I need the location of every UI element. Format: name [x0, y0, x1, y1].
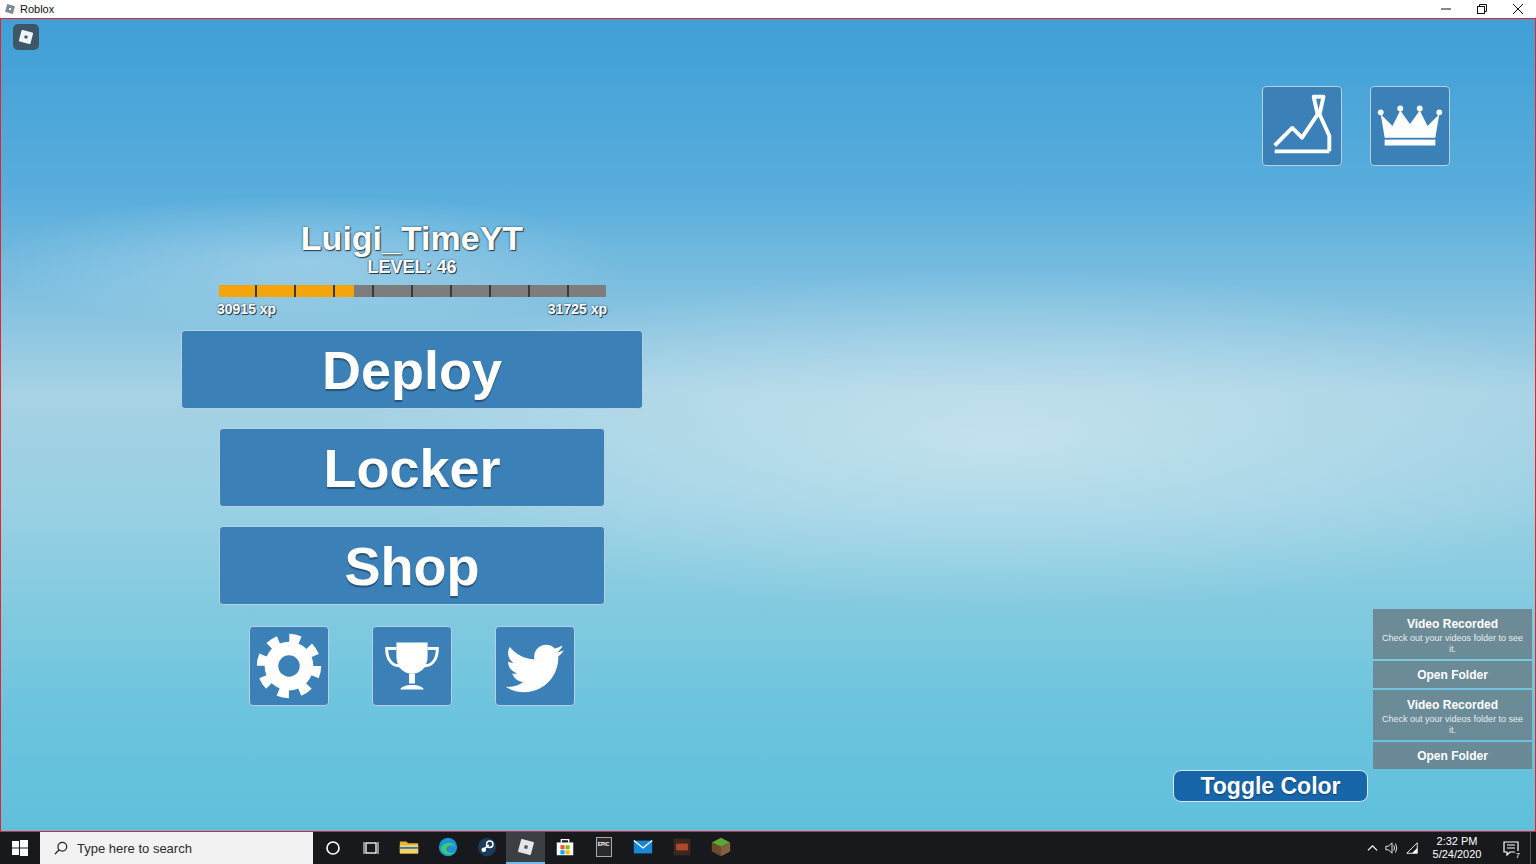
- notification-body: Video Recorded Check out your videos fold…: [1373, 609, 1532, 659]
- gear-icon: [250, 627, 328, 705]
- search-placeholder: Type here to search: [77, 841, 192, 856]
- store-app[interactable]: [545, 832, 584, 864]
- stats-button[interactable]: [1262, 86, 1342, 166]
- title-bar: Roblox: [0, 0, 1536, 18]
- volume-button[interactable]: [1382, 832, 1402, 864]
- taskbar: Type here to search EPIC 2:32 PM5/24/2020 7: [0, 832, 1536, 864]
- store-bag-icon: [554, 836, 576, 858]
- menu-button[interactable]: Shop: [219, 526, 605, 605]
- menu-button[interactable]: Deploy: [181, 330, 643, 409]
- roblox-app-icon: [516, 837, 536, 857]
- xp-segment: [569, 285, 606, 297]
- main-menu: Luigi_TimeYTLEVEL: 46 30915 xp 31725 xp Dep…: [181, 219, 643, 706]
- roblox-logo-icon: [17, 28, 35, 46]
- open-folder-button[interactable]: Open Folder: [1373, 661, 1532, 688]
- dungeons-app[interactable]: [662, 832, 701, 864]
- top-buttons: [1262, 86, 1450, 166]
- search-icon: [54, 841, 68, 855]
- minimize-button[interactable]: [1428, 0, 1464, 18]
- xp-labels: 30915 xp 31725 xp: [217, 301, 607, 317]
- minimize-icon: [1441, 4, 1451, 14]
- cortana-button[interactable]: [313, 832, 353, 864]
- xp-segment: [452, 285, 491, 297]
- notification-count-badge: 7: [1515, 851, 1521, 860]
- xp-next: 31725 xp: [548, 301, 607, 317]
- clock[interactable]: 2:32 PM5/24/2020: [1422, 832, 1492, 864]
- game-view: Luigi_TimeYTLEVEL: 46 30915 xp 31725 xp Dep…: [0, 18, 1536, 832]
- crown-icon: [1371, 87, 1449, 165]
- show-desktop-button[interactable]: [1530, 832, 1536, 864]
- stats-icon: [1263, 87, 1341, 165]
- toggle-color-button[interactable]: Toggle Color: [1173, 770, 1368, 802]
- mail-app[interactable]: [623, 832, 662, 864]
- roblox-menu-button[interactable]: [13, 24, 39, 50]
- chevron-up-icon: [1367, 843, 1378, 854]
- notification: Video Recorded Check out your videos fold…: [1373, 690, 1532, 769]
- network-button[interactable]: [1402, 832, 1422, 864]
- close-button[interactable]: [1500, 0, 1536, 18]
- icon-row: [249, 626, 575, 706]
- xp-segment: [335, 285, 374, 297]
- roblox-app[interactable]: [506, 832, 545, 864]
- wifi-icon: [1405, 841, 1419, 855]
- level-label: LEVEL: 46: [367, 257, 456, 277]
- edge-icon: [437, 836, 459, 858]
- notification-message: Check out your videos folder to see it.: [1378, 633, 1527, 655]
- twitter-bird-icon: [496, 627, 574, 705]
- clock-date: 5/24/2020: [1433, 848, 1482, 861]
- menu-button[interactable]: Locker: [219, 428, 605, 507]
- notification-body: Video Recorded Check out your videos fold…: [1373, 690, 1532, 740]
- clock-time: 2:32 PM: [1437, 835, 1478, 848]
- action-center-button[interactable]: 7: [1492, 832, 1530, 864]
- open-folder-button[interactable]: Open Folder: [1373, 742, 1532, 769]
- task-view-button[interactable]: [353, 832, 389, 864]
- epic-app[interactable]: EPIC: [584, 832, 623, 864]
- window-title: Roblox: [20, 2, 54, 16]
- xp-segment: [491, 285, 530, 297]
- twitter-button[interactable]: [495, 626, 575, 706]
- xp-segment: [219, 285, 258, 297]
- minecraft-app[interactable]: [701, 832, 740, 864]
- steam-app[interactable]: [467, 832, 506, 864]
- notifications: Video Recorded Check out your videos fold…: [1373, 609, 1532, 769]
- xp-bar: [219, 285, 606, 297]
- grass-block-icon: [710, 836, 732, 858]
- search-box[interactable]: Type here to search: [40, 832, 313, 864]
- trophy-icon: [373, 627, 451, 705]
- notification: Video Recorded Check out your videos fold…: [1373, 609, 1532, 688]
- task-view-icon: [363, 840, 379, 856]
- mail-icon: [632, 836, 654, 858]
- restore-icon: [1477, 4, 1487, 14]
- dungeons-icon: [672, 837, 692, 857]
- xp-segment: [257, 285, 296, 297]
- speaker-icon: [1385, 841, 1399, 855]
- xp-segment: [374, 285, 413, 297]
- xp-segment: [296, 285, 335, 297]
- folder-icon: [398, 836, 420, 858]
- explorer-app[interactable]: [389, 832, 428, 864]
- restore-button[interactable]: [1464, 0, 1500, 18]
- crown-button[interactable]: [1370, 86, 1450, 166]
- start-button[interactable]: [0, 832, 40, 864]
- roblox-icon: [4, 3, 16, 15]
- xp-current: 30915 xp: [217, 301, 276, 317]
- player-name: Luigi_TimeYT: [301, 219, 523, 257]
- trophy-button[interactable]: [372, 626, 452, 706]
- notification-title: Video Recorded: [1378, 698, 1527, 712]
- xp-segment: [530, 285, 569, 297]
- show-hidden-icons-button[interactable]: [1362, 832, 1382, 864]
- notification-message: Check out your videos folder to see it.: [1378, 714, 1527, 736]
- xp-segments: [219, 285, 606, 297]
- xp-segment: [413, 285, 452, 297]
- steam-icon: [476, 836, 498, 858]
- top-row: [1, 19, 1535, 166]
- settings-button[interactable]: [249, 626, 329, 706]
- epic-games-icon: EPIC: [596, 837, 612, 857]
- windows-logo-icon: [12, 840, 28, 856]
- edge-app[interactable]: [428, 832, 467, 864]
- screen: Roblox Luigi_TimeYTLEVEL: 46 30915 xp 31725…: [0, 0, 1536, 864]
- cortana-circle-icon: [325, 840, 341, 856]
- notification-title: Video Recorded: [1378, 617, 1527, 631]
- close-icon: [1513, 4, 1523, 14]
